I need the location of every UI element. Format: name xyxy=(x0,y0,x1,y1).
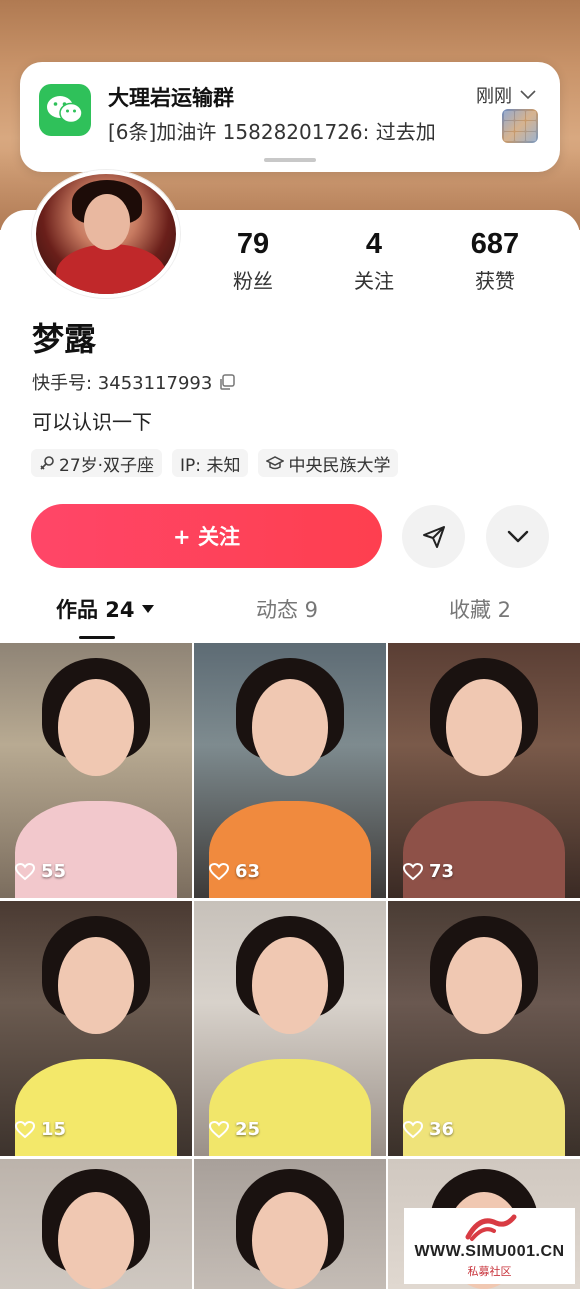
profile-bio: 可以认识一下 xyxy=(32,410,152,434)
stat-likes[interactable]: 687 获赞 xyxy=(440,228,550,294)
post-image-face xyxy=(251,936,329,1034)
tab-works[interactable]: 作品 24 xyxy=(56,594,155,624)
wechat-icon xyxy=(39,84,91,136)
tab-moments[interactable]: 动态 9 xyxy=(256,594,318,624)
message-button[interactable] xyxy=(402,505,465,568)
post-image-shirt xyxy=(403,1059,565,1156)
tab-favorites[interactable]: 收藏 2 xyxy=(449,594,511,624)
post-image-shirt xyxy=(15,1059,177,1156)
post-likes: 25 xyxy=(209,1119,260,1140)
heart-icon xyxy=(403,862,423,880)
stat-label: 粉丝 xyxy=(233,269,273,293)
tab-label: 收藏 2 xyxy=(449,598,512,622)
post-tile[interactable]: 36 xyxy=(388,901,580,1156)
school-icon xyxy=(266,456,285,470)
content-tabs: 作品 24 动态 9 收藏 2 xyxy=(0,590,580,640)
post-image-shirt xyxy=(15,801,177,898)
caret-down-icon xyxy=(141,605,154,613)
stat-value: 79 xyxy=(236,228,270,260)
more-options-button[interactable] xyxy=(486,505,549,568)
post-likes: 73 xyxy=(403,861,454,882)
follow-button[interactable]: + 关注 xyxy=(31,504,382,568)
tag-ip: IP: 未知 xyxy=(172,449,249,477)
heart-icon xyxy=(15,862,35,880)
watermark-logo-icon xyxy=(465,1214,516,1241)
watermark-text: WWW.SIMU001.CN xyxy=(414,1243,565,1260)
post-likes-count: 25 xyxy=(235,1119,261,1140)
user-id-row: 快手号: 3453117993 xyxy=(32,369,236,395)
post-tile[interactable] xyxy=(194,1159,386,1289)
post-tile[interactable] xyxy=(0,1159,192,1289)
post-likes-count: 63 xyxy=(235,861,261,882)
post-image-shirt xyxy=(403,801,565,898)
tab-label: 动态 9 xyxy=(256,598,319,622)
post-tile[interactable]: 55 xyxy=(0,643,192,898)
tag-age: 27岁·双子座 xyxy=(31,449,163,477)
user-id: 快手号: 3453117993 xyxy=(32,373,213,394)
notification-time-wrap[interactable]: 刚刚 xyxy=(476,82,536,108)
post-tile[interactable]: 63 xyxy=(194,643,386,898)
profile-tags: 27岁·双子座 IP: 未知 中央民族大学 xyxy=(31,449,399,477)
stat-label: 获赞 xyxy=(475,269,515,293)
post-image-face xyxy=(251,1191,329,1289)
stat-value: 687 xyxy=(470,228,520,260)
active-tab-indicator xyxy=(79,636,115,639)
post-likes: 55 xyxy=(15,861,66,882)
avatar[interactable] xyxy=(32,170,180,298)
post-likes-count: 15 xyxy=(41,1119,67,1140)
tag-text: 中央民族大学 xyxy=(288,455,391,476)
post-likes-count: 55 xyxy=(41,861,67,882)
notification-drag-handle[interactable] xyxy=(264,158,316,162)
post-image-shirt xyxy=(209,801,371,898)
stat-followers[interactable]: 79 粉丝 xyxy=(198,228,308,294)
post-likes: 36 xyxy=(403,1119,454,1140)
notification-message: [6条]加油许 15828201726: 过去加 xyxy=(108,120,436,144)
post-likes-count: 36 xyxy=(429,1119,455,1140)
post-image-shirt xyxy=(209,1059,371,1156)
tab-label: 作品 24 xyxy=(56,598,135,622)
post-image-face xyxy=(251,678,329,776)
watermark: WWW.SIMU001.CN 私募社区 xyxy=(404,1208,575,1284)
tag-text: 27岁·双子座 xyxy=(59,455,155,476)
follow-label: + 关注 xyxy=(173,525,240,549)
copy-icon[interactable] xyxy=(218,373,236,391)
post-likes: 15 xyxy=(15,1119,66,1140)
chevron-down-icon xyxy=(520,90,536,100)
post-tile[interactable]: 15 xyxy=(0,901,192,1156)
profile-name: 梦露 xyxy=(32,320,97,358)
notification-title: 大理岩运输群 xyxy=(108,86,234,110)
heart-icon xyxy=(209,862,229,880)
post-tile[interactable]: 25 xyxy=(194,901,386,1156)
gender-female-icon xyxy=(40,456,54,470)
post-tile[interactable]: 73 xyxy=(388,643,580,898)
post-image-face xyxy=(445,936,523,1034)
watermark-subtext: 私募社区 xyxy=(467,1265,512,1278)
stat-label: 关注 xyxy=(354,269,394,293)
post-image-face xyxy=(57,936,135,1034)
chevron-down-icon xyxy=(507,530,528,542)
stat-following[interactable]: 4 关注 xyxy=(319,228,429,294)
notification-time: 刚刚 xyxy=(476,86,512,107)
post-image-face xyxy=(445,678,523,776)
wechat-notification[interactable]: 大理岩运输群 [6条]加油许 15828201726: 过去加 刚刚 xyxy=(20,62,560,172)
tag-text: IP: 未知 xyxy=(180,455,241,476)
heart-icon xyxy=(403,1120,423,1138)
send-icon xyxy=(422,525,445,548)
post-image-face xyxy=(57,678,135,776)
post-likes: 63 xyxy=(209,861,260,882)
post-image-face xyxy=(57,1191,135,1289)
stat-value: 4 xyxy=(365,228,383,260)
post-likes-count: 73 xyxy=(429,861,455,882)
tag-school[interactable]: 中央民族大学 xyxy=(258,449,399,477)
notification-thumbnail xyxy=(502,109,538,143)
heart-icon xyxy=(209,1120,229,1138)
heart-icon xyxy=(15,1120,35,1138)
